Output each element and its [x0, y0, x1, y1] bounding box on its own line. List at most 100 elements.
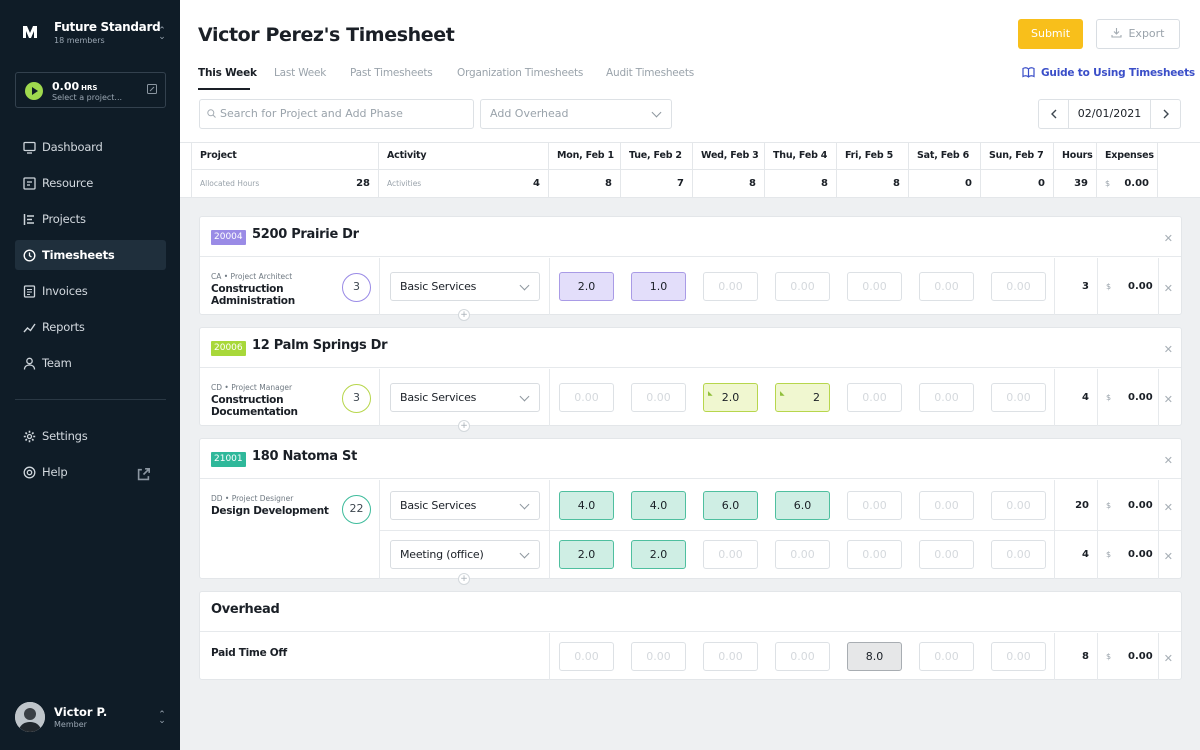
avatar[interactable]: [15, 702, 45, 732]
hours-input-fri[interactable]: 0.00: [847, 383, 902, 412]
export-label: Export: [1128, 27, 1165, 40]
hours-input-mon[interactable]: 2.0: [559, 540, 614, 569]
resource-icon: [23, 176, 36, 190]
divider: [1097, 258, 1098, 315]
hours-input-sun[interactable]: 0.00: [991, 383, 1046, 412]
add-activity-icon[interactable]: +: [458, 420, 470, 432]
nav-projects[interactable]: Projects: [15, 204, 166, 234]
tab-audit-timesheets[interactable]: Audit Timesheets: [606, 67, 694, 79]
nav-resource[interactable]: Resource: [15, 168, 166, 198]
nav-dashboard[interactable]: Dashboard: [15, 132, 166, 162]
hours-input-fri[interactable]: 8.0: [847, 642, 902, 671]
divider: [1054, 258, 1055, 315]
hours-input-thu[interactable]: 6.0: [775, 491, 830, 520]
row-expense[interactable]: 0.00: [1128, 281, 1153, 292]
timer-widget[interactable]: 0.00 HRS Select a project...: [15, 72, 166, 108]
add-activity-icon[interactable]: +: [458, 309, 470, 321]
project-name[interactable]: 12 Palm Springs Dr: [252, 338, 388, 353]
hours-input-tue[interactable]: 2.0: [631, 540, 686, 569]
activity-select[interactable]: Basic Services: [390, 491, 540, 520]
add-overhead-select[interactable]: Add Overhead: [480, 99, 672, 129]
nav-invoices[interactable]: Invoices: [15, 276, 166, 306]
hours-input-sun[interactable]: 0.00: [991, 642, 1046, 671]
org-switch-icon[interactable]: ⌃ ⌄: [158, 27, 166, 42]
phase-role: CD • Project Manager: [211, 383, 293, 392]
hours-input-wed[interactable]: 0.00: [703, 272, 758, 301]
nav-help[interactable]: Help: [15, 457, 166, 487]
row-expense[interactable]: 0.00: [1128, 549, 1153, 560]
tab-organization-timesheets[interactable]: Organization Timesheets: [457, 67, 583, 79]
row-expense[interactable]: 0.00: [1128, 500, 1153, 511]
hours-input-thu[interactable]: 2 ◣: [775, 383, 830, 412]
nav-timesheets[interactable]: Timesheets: [15, 240, 166, 270]
week-date[interactable]: 02/01/2021: [1069, 100, 1150, 128]
hours-input-wed[interactable]: 0.00: [703, 642, 758, 671]
close-icon[interactable]: ✕: [1164, 232, 1173, 245]
org-logo-icon: [23, 26, 37, 38]
hours-input-sat[interactable]: 0.00: [919, 383, 974, 412]
add-activity-icon[interactable]: +: [458, 573, 470, 585]
activity-select[interactable]: Basic Services: [390, 272, 540, 301]
hours-input-fri[interactable]: 0.00: [847, 272, 902, 301]
hours-input-thu[interactable]: 0.00: [775, 540, 830, 569]
nav-team[interactable]: Team: [15, 348, 166, 378]
divider: [380, 530, 1181, 531]
close-icon[interactable]: ✕: [1164, 454, 1173, 467]
nav-reports[interactable]: Reports: [15, 312, 166, 342]
hours-input-thu[interactable]: 0.00: [775, 272, 830, 301]
play-icon[interactable]: [25, 82, 43, 100]
guide-link[interactable]: Guide to Using Timesheets: [1022, 67, 1195, 79]
activity-select[interactable]: Meeting (office): [390, 540, 540, 569]
search-input[interactable]: Search for Project and Add Phase: [199, 99, 474, 129]
header-day: Sat, Feb 6: [917, 150, 969, 161]
hours-input-sat[interactable]: 0.00: [919, 540, 974, 569]
phase-hours-ring: 22: [342, 495, 371, 524]
hours-input-fri[interactable]: 0.00: [847, 491, 902, 520]
hours-input-mon[interactable]: 4.0: [559, 491, 614, 520]
hours-input-fri[interactable]: 0.00: [847, 540, 902, 569]
hours-input-sat[interactable]: 0.00: [919, 272, 974, 301]
close-icon[interactable]: ✕: [1164, 343, 1173, 356]
hours-input-wed[interactable]: 2.0 ◣: [703, 383, 758, 412]
hours-input-wed[interactable]: 6.0: [703, 491, 758, 520]
hours-input-sun[interactable]: 0.00: [991, 491, 1046, 520]
remove-row-icon[interactable]: ✕: [1164, 393, 1173, 406]
hours-input-sun[interactable]: 0.00: [991, 540, 1046, 569]
activity-select[interactable]: Basic Services: [390, 383, 540, 412]
remove-row-icon[interactable]: ✕: [1164, 550, 1173, 563]
next-week-button[interactable]: [1150, 100, 1180, 128]
tab-this-week[interactable]: This Week: [198, 67, 257, 79]
remove-row-icon[interactable]: ✕: [1164, 282, 1173, 295]
user-menu-icon[interactable]: ⌃ ⌄: [158, 711, 166, 726]
tab-past-timesheets[interactable]: Past Timesheets: [350, 67, 433, 79]
timer-project-select[interactable]: Select a project...: [52, 93, 122, 102]
nav-settings[interactable]: Settings: [15, 421, 166, 451]
hours-input-tue[interactable]: 0.00: [631, 642, 686, 671]
tab-last-week[interactable]: Last Week: [274, 67, 326, 79]
hours-input-mon[interactable]: 0.00: [559, 383, 614, 412]
remove-row-icon[interactable]: ✕: [1164, 652, 1173, 665]
row-expense[interactable]: 0.00: [1128, 651, 1153, 662]
export-button[interactable]: Export: [1096, 19, 1180, 49]
hours-input-tue[interactable]: 4.0: [631, 491, 686, 520]
hours-input-sat[interactable]: 0.00: [919, 491, 974, 520]
row-expense[interactable]: 0.00: [1128, 392, 1153, 403]
hours-input-mon[interactable]: 2.0: [559, 272, 614, 301]
org-name[interactable]: Future Standard: [54, 20, 161, 34]
hours-input-tue[interactable]: 1.0: [631, 272, 686, 301]
hours-input-mon[interactable]: 0.00: [559, 642, 614, 671]
prev-week-button[interactable]: [1039, 100, 1069, 128]
hours-input-thu[interactable]: 0.00: [775, 642, 830, 671]
hours-input-sun[interactable]: 0.00: [991, 272, 1046, 301]
submit-button[interactable]: Submit: [1018, 19, 1083, 49]
project-code-badge: 20006: [211, 341, 246, 356]
hours-input-tue[interactable]: 0.00: [631, 383, 686, 412]
overhead-title: Overhead: [211, 602, 280, 617]
hours-input-sat[interactable]: 0.00: [919, 642, 974, 671]
remove-row-icon[interactable]: ✕: [1164, 501, 1173, 514]
nav-label: Team: [42, 356, 72, 370]
project-name[interactable]: 180 Natoma St: [252, 449, 357, 464]
edit-icon[interactable]: [147, 84, 157, 94]
hours-input-wed[interactable]: 0.00: [703, 540, 758, 569]
project-name[interactable]: 5200 Prairie Dr: [252, 227, 359, 242]
